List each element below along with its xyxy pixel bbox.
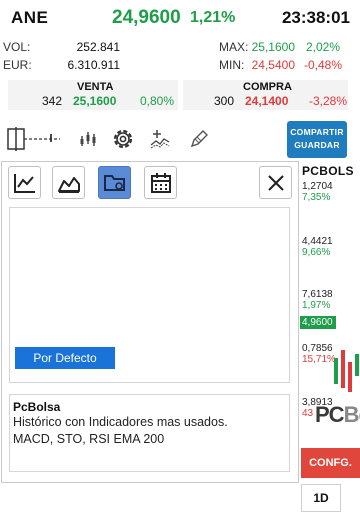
min-percent: -0,48%	[303, 58, 342, 72]
price-change-percent: 1,21%	[190, 9, 236, 26]
save-label: GUARDAR	[294, 140, 340, 150]
chart-line-icon[interactable]	[8, 166, 41, 199]
level-value: 7,6138	[302, 289, 333, 300]
level-percent: 43	[302, 408, 314, 419]
description-line: Histórico con Indicadores mas usados.	[13, 415, 228, 429]
side-title: PCBOLS	[302, 164, 354, 178]
buy-title: COMPRA	[243, 81, 292, 93]
buy-price: 24,1400	[245, 94, 289, 108]
calendar-icon[interactable]	[144, 166, 177, 199]
pcbolsa-watermark-logo: PCBo	[315, 402, 360, 427]
template-description: PcBolsa Histórico con Indicadores mas us…	[9, 394, 290, 472]
buy-percent: -3,28%	[309, 94, 348, 108]
max-percent: 2,02%	[305, 40, 340, 54]
buy-quantity: 300	[214, 94, 235, 108]
sell-title: VENTA	[77, 81, 114, 93]
euro-value: 6.310.911	[67, 58, 121, 72]
folder-settings-icon[interactable]	[98, 166, 131, 199]
max-value: 25,1600	[251, 40, 295, 54]
description-title: PcBolsa	[13, 400, 61, 414]
max-label: MAX:	[219, 40, 249, 54]
sell-price: 25,1600	[73, 94, 117, 108]
level-percent: 7,35%	[302, 192, 331, 203]
sell-percent: 0,80%	[140, 94, 175, 108]
description-line: MACD, STO, RSI EMA 200	[13, 432, 165, 446]
config-button[interactable]: CONFG.	[301, 448, 360, 478]
current-price-marker: 4,9600	[300, 316, 336, 329]
level-percent: 9,66%	[302, 247, 331, 258]
min-label: MIN:	[219, 58, 245, 72]
pencil-icon[interactable]	[184, 124, 214, 154]
ticker-symbol: ANE	[11, 8, 49, 27]
level-percent: 1,97%	[302, 300, 331, 311]
area-chart-icon[interactable]	[52, 166, 85, 199]
min-value: 24,5400	[251, 58, 295, 72]
level-value: 4,4421	[302, 236, 333, 247]
euro-label: EUR:	[3, 58, 32, 72]
last-price: 24,9600	[112, 7, 181, 28]
crosshair-icon[interactable]	[4, 124, 64, 154]
volume-value: 252.841	[76, 40, 120, 54]
share-label: COMPARTIR	[290, 127, 344, 137]
candles-icon[interactable]	[74, 124, 104, 154]
level-value: 1,2704	[302, 181, 333, 192]
close-icon[interactable]	[259, 166, 292, 199]
share-save-button[interactable]: COMPARTIR GUARDAR	[287, 121, 347, 158]
timeframe-button[interactable]: 1D	[301, 484, 341, 512]
default-template-button[interactable]: Por Defecto	[15, 347, 115, 369]
sell-quantity: 342	[42, 94, 63, 108]
gear-icon[interactable]	[108, 124, 138, 154]
clock: 23:38:01	[281, 8, 350, 27]
volume-label: VOL:	[3, 40, 31, 54]
indicator-icon[interactable]	[146, 124, 176, 154]
